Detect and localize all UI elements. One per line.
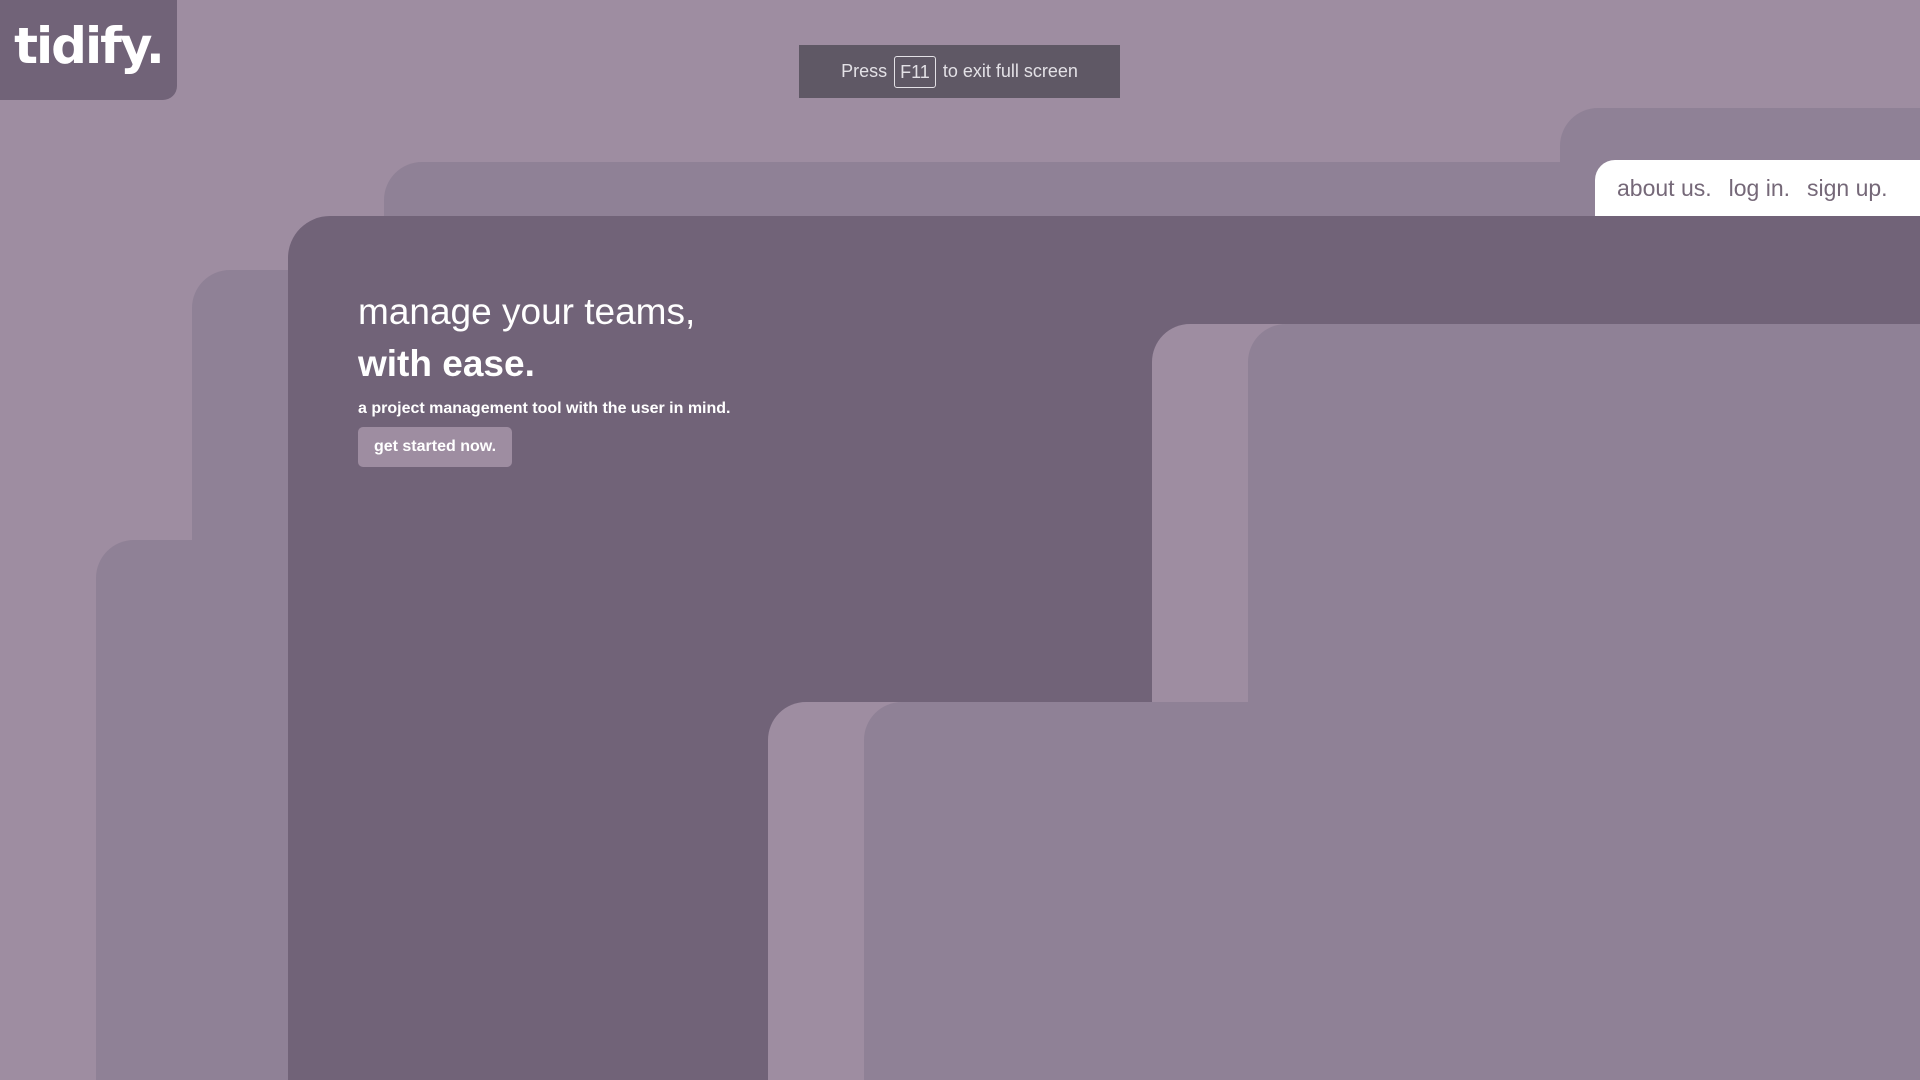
top-nav: about us. log in. sign up.	[1595, 160, 1920, 216]
fullscreen-notice-suffix: to exit full screen	[942, 61, 1078, 81]
get-started-button[interactable]: get started now.	[358, 427, 512, 467]
nav-link-about[interactable]: about us.	[1617, 175, 1712, 202]
hero: manage your teams, with ease. a project …	[358, 286, 731, 467]
logo-text: tidify.	[14, 17, 165, 75]
hero-headline: manage your teams,	[358, 291, 696, 332]
background-layer-left-low	[96, 540, 296, 1080]
fullscreen-notice-prefix: Press	[841, 61, 888, 81]
logo[interactable]: tidify.	[0, 0, 177, 100]
fullscreen-key: F11	[894, 55, 936, 88]
hero-subtitle: a project management tool with the user …	[358, 400, 731, 417]
decorative-card-bottom-front	[864, 702, 1920, 1080]
nav-link-login[interactable]: log in.	[1729, 175, 1790, 202]
nav-link-signup[interactable]: sign up.	[1807, 175, 1888, 202]
fullscreen-notice: Press F11 to exit full screen	[799, 45, 1120, 98]
hero-headline-emphasis: with ease.	[358, 343, 535, 384]
